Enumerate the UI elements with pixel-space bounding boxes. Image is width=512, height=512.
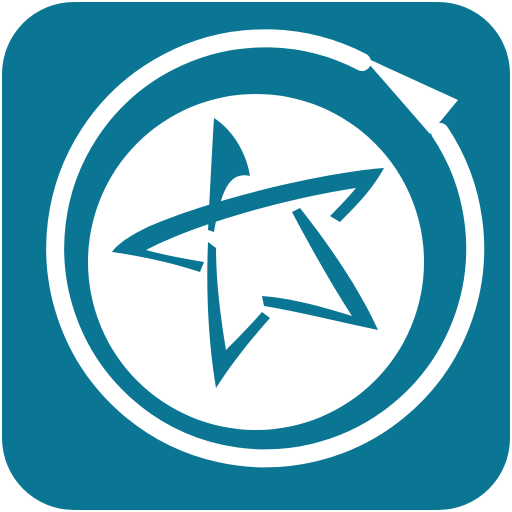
compass-star-app-icon <box>2 2 510 510</box>
app-icon[interactable] <box>0 0 512 512</box>
inner-disc <box>88 94 424 430</box>
